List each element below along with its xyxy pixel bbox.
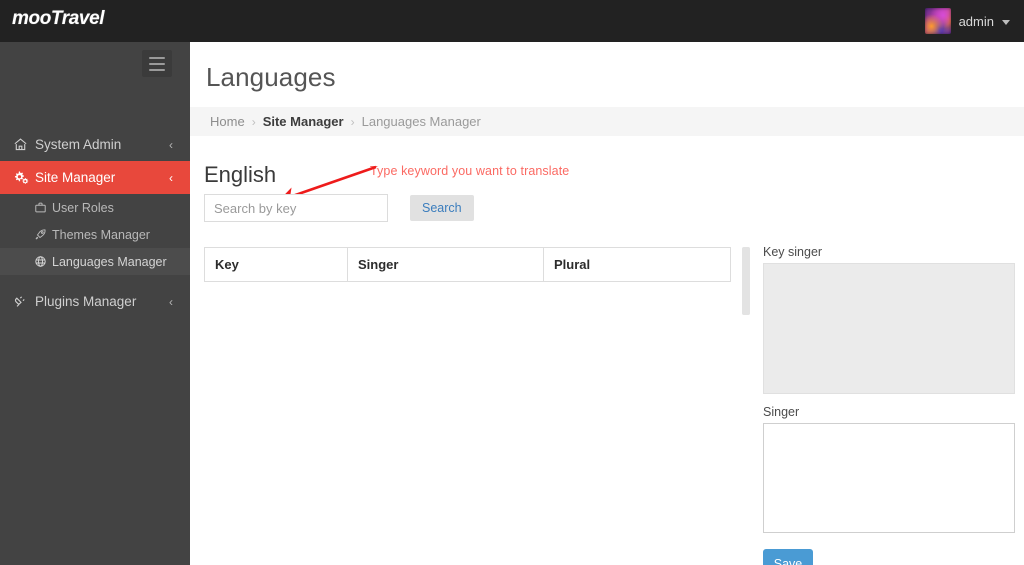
sidebar-item-themes-manager[interactable]: Themes Manager xyxy=(0,221,190,248)
sidebar-item-label: Site Manager xyxy=(35,170,116,185)
sidebar-sub-label: Themes Manager xyxy=(52,227,150,242)
avatar xyxy=(924,8,951,34)
page-root: mooTravel admin System Admin ‹ Site Mana… xyxy=(0,0,1024,565)
sidebar-item-label: Plugins Manager xyxy=(35,294,137,309)
logo-travel: Travel xyxy=(50,8,105,29)
table-header-row: Key Singer Plural xyxy=(204,247,731,282)
keys-table: Key Singer Plural xyxy=(204,247,731,282)
page-title: Languages xyxy=(206,62,336,92)
sidebar-sub-label: Languages Manager xyxy=(52,254,167,269)
table-scrollbar-thumb[interactable] xyxy=(742,247,750,315)
user-menu[interactable]: admin xyxy=(919,0,1016,42)
save-button[interactable]: Save xyxy=(763,549,813,565)
chevron-left-icon: ‹ xyxy=(169,170,173,185)
table-scrollbar[interactable] xyxy=(742,247,750,315)
top-navbar: mooTravel admin xyxy=(0,0,1024,42)
sidebar-item-plugins-manager[interactable]: Plugins Manager ‹ xyxy=(0,285,190,318)
user-name-label: admin xyxy=(958,13,994,29)
plug-icon xyxy=(13,294,35,309)
singer-textarea[interactable] xyxy=(763,423,1015,533)
sidebar-sub-label: User Roles xyxy=(52,200,114,215)
app-logo[interactable]: mooTravel xyxy=(12,8,105,30)
globe-icon xyxy=(34,255,52,268)
hamburger-line xyxy=(149,68,165,71)
logo-moo: moo xyxy=(12,8,51,29)
keys-table-head: Key Singer Plural xyxy=(204,247,731,282)
breadcrumb-separator-icon: › xyxy=(251,114,256,129)
language-heading: English xyxy=(204,162,277,187)
hamburger-line xyxy=(149,56,165,59)
breadcrumb-item-languages-manager: Languages Manager xyxy=(361,114,481,129)
column-header-key[interactable]: Key xyxy=(204,247,348,282)
chevron-down-icon xyxy=(1002,19,1010,25)
key-singer-textarea xyxy=(763,263,1015,394)
chevron-left-icon: ‹ xyxy=(169,137,173,152)
sidebar-item-site-manager[interactable]: Site Manager ‹ xyxy=(0,161,190,194)
breadcrumb: Home › Site Manager › Languages Manager xyxy=(190,107,1024,136)
breadcrumb-item-home[interactable]: Home xyxy=(210,114,245,129)
breadcrumb-separator-icon: › xyxy=(350,114,355,129)
column-header-singer[interactable]: Singer xyxy=(347,247,544,282)
briefcase-icon xyxy=(34,201,52,214)
rocket-icon xyxy=(34,228,52,241)
singer-label: Singer xyxy=(763,405,800,419)
main-content: Languages Home › Site Manager › Language… xyxy=(190,42,1024,565)
translation-editor-panel: Key singer Singer Save xyxy=(763,245,1015,565)
search-button[interactable]: Search xyxy=(410,195,474,221)
search-input[interactable] xyxy=(204,194,388,222)
sidebar-item-languages-manager[interactable]: Languages Manager xyxy=(0,248,190,275)
gears-icon xyxy=(13,170,35,185)
sidebar-toggle-row xyxy=(0,42,190,94)
sidebar: System Admin ‹ Site Manager ‹ User Roles xyxy=(0,42,190,565)
field-gap xyxy=(763,394,1015,405)
key-singer-label: Key singer xyxy=(763,245,823,259)
chevron-left-icon: ‹ xyxy=(169,294,173,309)
sidebar-item-user-roles[interactable]: User Roles xyxy=(0,194,190,221)
hamburger-menu-icon[interactable] xyxy=(142,50,172,77)
home-icon xyxy=(13,137,35,152)
keys-table-container: Key Singer Plural xyxy=(204,247,731,282)
search-row: Search xyxy=(204,194,474,222)
sidebar-item-system-admin[interactable]: System Admin ‹ xyxy=(0,128,190,161)
sidebar-item-label: System Admin xyxy=(35,137,122,152)
hamburger-line xyxy=(149,62,165,65)
column-header-plural[interactable]: Plural xyxy=(543,247,731,282)
breadcrumb-item-site-manager[interactable]: Site Manager xyxy=(263,114,344,129)
